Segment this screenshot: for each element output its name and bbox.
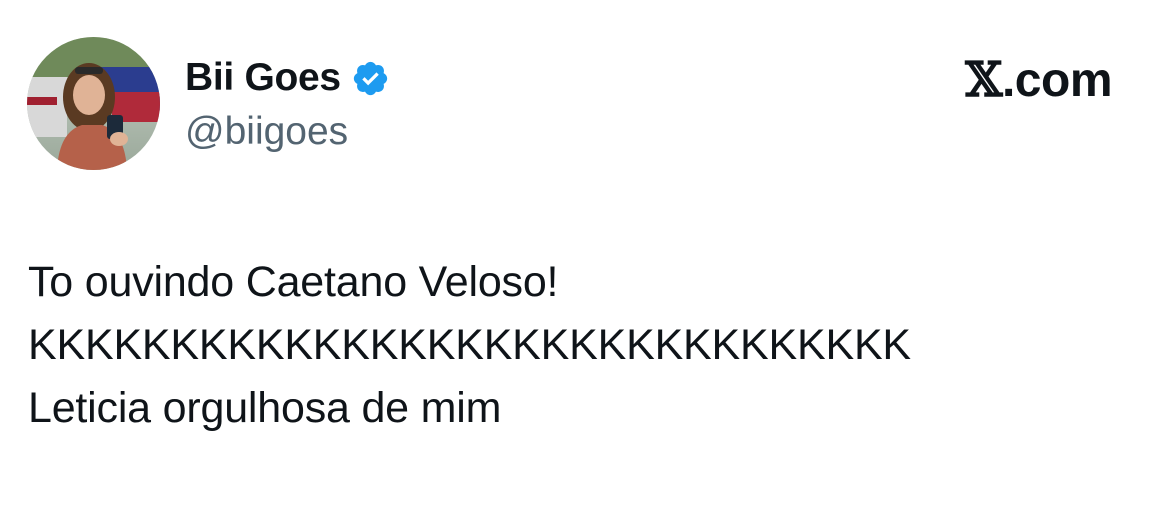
tweet-line: Leticia orgulhosa de mim [28, 384, 502, 432]
author-handle[interactable]: @biigoes [185, 108, 348, 156]
tweet-text: To ouvindo Caetano Veloso! KKKKKKKKKKKKK… [28, 251, 911, 440]
x-com-logo: 𝕏.com [965, 52, 1112, 109]
brand-domain-suffix: .com [1001, 54, 1113, 107]
verified-badge-icon [351, 59, 390, 98]
x-logo-icon: 𝕏 [965, 52, 1002, 108]
display-name[interactable]: Bii Goes [185, 54, 341, 102]
tweet-card: Bii Goes @biigoes 𝕏.com To ouvindo Caeta… [0, 0, 1170, 508]
avatar-photo [27, 37, 160, 170]
tweet-line: KKKKKKKKKKKKKKKKKKKKKKKKKKKKKKK [28, 321, 911, 369]
author-name-row: Bii Goes [185, 54, 390, 102]
tweet-line: To ouvindo Caetano Veloso! [28, 258, 559, 306]
avatar[interactable] [27, 37, 160, 170]
